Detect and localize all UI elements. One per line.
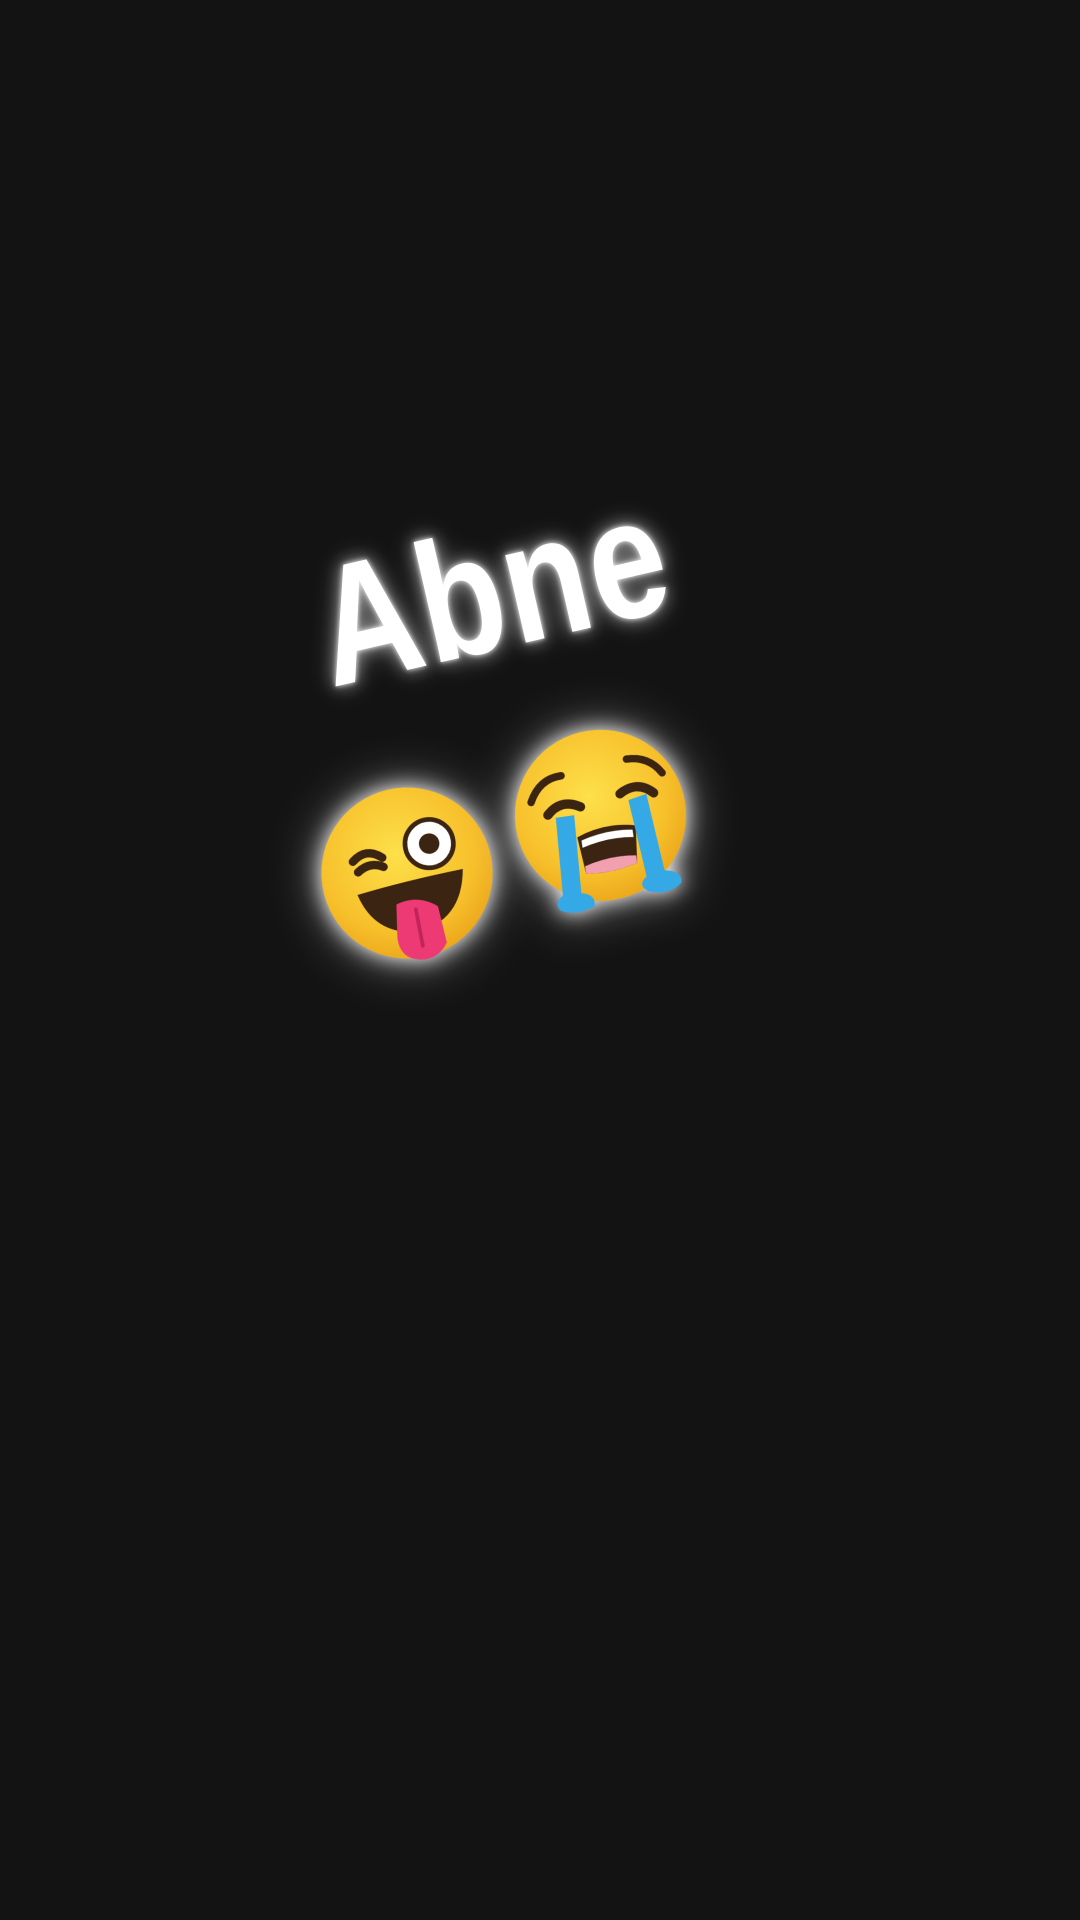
winking-face-with-tongue-icon [302,768,512,978]
caption-text: Abne [297,458,687,724]
loudly-crying-face-icon [496,714,706,924]
story-canvas: Abne [0,0,1080,1920]
